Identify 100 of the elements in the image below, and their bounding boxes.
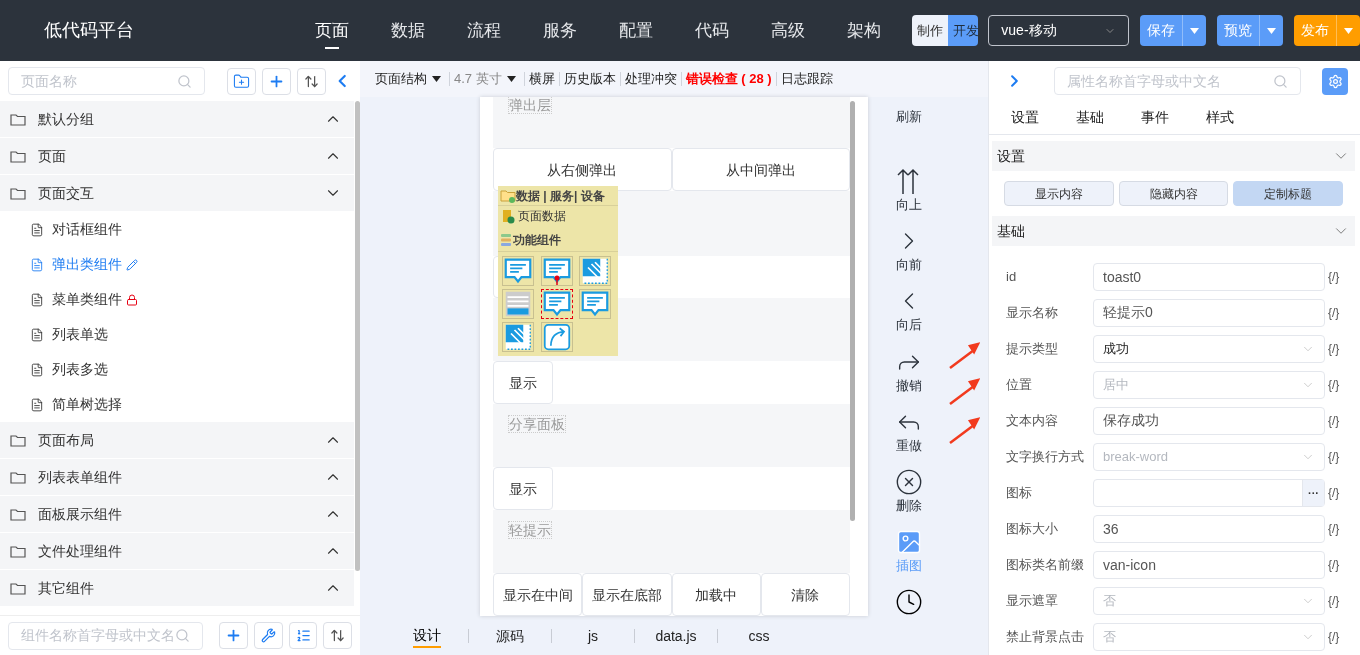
text-field[interactable]: toast0 — [1093, 263, 1325, 291]
tool-button[interactable]: 重做 — [895, 407, 923, 468]
expression-toggle[interactable]: {/} — [1328, 556, 1340, 574]
editor-tab[interactable]: js — [552, 620, 634, 651]
tree-group[interactable]: 文件处理组件 — [0, 533, 354, 570]
tree-group[interactable]: 默认分组 — [0, 101, 354, 138]
nav-tab[interactable]: 高级 — [749, 0, 826, 61]
toolbar-item[interactable]: 错误检查 ( 28 ) — [685, 69, 772, 89]
search-input[interactable]: 属性名称首字母或中文名 — [1066, 70, 1274, 92]
expression-toggle[interactable]: {/} — [1328, 592, 1340, 610]
demo-button[interactable]: 显示 — [493, 467, 553, 510]
expression-toggle[interactable]: {/} — [1328, 340, 1340, 358]
mode-toggle-option[interactable]: 制作 — [911, 15, 948, 46]
tool-button[interactable]: 撤销 — [895, 347, 923, 408]
component-search-field[interactable]: 组件名称首字母或中文名 — [8, 621, 204, 650]
tool-button[interactable]: 刷新 — [896, 107, 922, 168]
tree-item[interactable]: 对话框组件 — [0, 212, 354, 247]
tree-group[interactable]: 页面交互 — [0, 175, 354, 212]
expression-toggle[interactable]: {/} — [1328, 376, 1340, 394]
editor-tab[interactable]: css — [718, 620, 800, 651]
palette-item[interactable]: 页面数据 — [518, 207, 566, 225]
demo-button[interactable]: 加载中 — [671, 573, 761, 616]
editor-tab[interactable]: 源码 — [469, 620, 551, 651]
scrollbar[interactable] — [850, 101, 855, 521]
add-folder-button[interactable] — [226, 67, 256, 95]
nav-tab[interactable]: 数据 — [369, 0, 446, 61]
add-button[interactable] — [219, 622, 248, 649]
expression-toggle[interactable]: {/} — [1328, 448, 1340, 466]
component-tile[interactable] — [540, 289, 573, 319]
settings-button[interactable] — [1322, 67, 1348, 95]
text-field[interactable]: 轻提示0 — [1093, 299, 1325, 327]
list-button[interactable] — [288, 622, 318, 649]
settings-option-button[interactable]: 隐藏内容 — [1118, 181, 1229, 206]
component-tile[interactable] — [502, 289, 534, 319]
text-field[interactable]: van-icon — [1093, 551, 1325, 579]
toolbar-item[interactable]: 横屏 — [528, 69, 555, 89]
nav-tab[interactable]: 代码 — [673, 0, 750, 61]
toolbar-item[interactable]: 处理冲突 — [624, 69, 677, 89]
demo-button[interactable]: 从右侧弹出 — [493, 148, 672, 191]
expression-toggle[interactable]: {/} — [1328, 304, 1340, 322]
demo-button[interactable]: 清除 — [760, 573, 850, 616]
expression-toggle[interactable]: {/} — [1328, 412, 1340, 430]
editor-tab[interactable]: 设计 — [386, 620, 468, 651]
tool-button[interactable]: 删除 — [895, 467, 923, 528]
text-field[interactable]: 保存成功 — [1093, 407, 1325, 435]
component-tile[interactable] — [579, 256, 612, 286]
component-tile[interactable] — [540, 322, 573, 352]
sort-button[interactable] — [323, 622, 353, 649]
select-field[interactable]: 成功 — [1093, 335, 1325, 363]
tool-button[interactable]: 向上 — [895, 167, 923, 228]
component-tile[interactable] — [502, 322, 534, 352]
settings-option-button[interactable]: 定制标题 — [1233, 181, 1343, 206]
nav-tab[interactable]: 配置 — [597, 0, 674, 61]
search-input[interactable]: 页面名称 — [21, 70, 177, 92]
tree-item[interactable]: 列表多选 — [0, 352, 354, 387]
component-tile[interactable] — [579, 289, 612, 319]
toolbar-item[interactable]: 历史版本 — [563, 69, 616, 89]
demo-button[interactable]: 从中间弹出 — [671, 148, 850, 191]
icon-picker-field[interactable]: ··· — [1093, 479, 1325, 507]
expression-toggle[interactable]: {/} — [1328, 268, 1340, 286]
tree-item[interactable]: 菜单类组件 — [0, 282, 354, 317]
property-search-field[interactable]: 属性名称首字母或中文名 — [1053, 67, 1302, 95]
tree-group[interactable]: 列表表单组件 — [0, 459, 354, 496]
property-tab[interactable]: 事件 — [1141, 107, 1206, 128]
property-tab[interactable]: 基础 — [1076, 107, 1141, 128]
tree-item[interactable]: 列表单选 — [0, 317, 354, 352]
property-tab[interactable]: 设置 — [1011, 107, 1076, 128]
component-tile[interactable] — [502, 256, 534, 286]
settings-option-button[interactable]: 显示内容 — [1004, 181, 1114, 206]
toolbar-item[interactable]: 页面结构 — [375, 69, 445, 89]
section-header[interactable]: 基础 — [992, 216, 1355, 246]
wrench-button[interactable] — [253, 622, 283, 649]
editor-tab[interactable]: data.js — [635, 620, 717, 651]
toolbar-item[interactable]: 日志跟踪 — [780, 69, 833, 89]
nav-tab[interactable]: 服务 — [521, 0, 598, 61]
search-field[interactable]: 页面名称 — [8, 67, 205, 95]
tree-item[interactable]: 弹出类组件 — [0, 247, 354, 282]
search-input[interactable]: 组件名称首字母或中文名 — [21, 625, 176, 646]
component-tile[interactable] — [540, 256, 573, 286]
tree-group[interactable]: 页面 — [0, 138, 354, 175]
section-header[interactable]: 设置 — [992, 141, 1355, 171]
scrollbar[interactable] — [355, 101, 360, 571]
expression-toggle[interactable]: {/} — [1328, 484, 1340, 502]
nav-tab[interactable]: 流程 — [445, 0, 522, 61]
picker-button[interactable]: ··· — [1302, 480, 1324, 506]
demo-button[interactable]: 显示在中间 — [493, 573, 583, 616]
property-tab[interactable]: 样式 — [1206, 107, 1271, 128]
nav-tab[interactable]: 页面 — [293, 0, 370, 61]
tool-button[interactable]: 向前 — [895, 227, 923, 288]
expression-toggle[interactable]: {/} — [1328, 520, 1340, 538]
mode-toggle-option[interactable]: 开发 — [947, 15, 979, 46]
tool-button[interactable]: 向后 — [895, 287, 923, 348]
add-button[interactable] — [261, 67, 291, 95]
tree-group[interactable]: 页面布局 — [0, 422, 354, 459]
platform-select[interactable]: vue-移动 — [988, 15, 1129, 46]
demo-button[interactable]: 显示 — [493, 361, 553, 404]
tree-item[interactable]: 简单树选择 — [0, 387, 354, 422]
tree-group[interactable]: 其它组件 — [0, 570, 354, 607]
nav-tab[interactable]: 架构 — [825, 0, 902, 61]
tree-group[interactable]: 面板展示组件 — [0, 496, 354, 533]
